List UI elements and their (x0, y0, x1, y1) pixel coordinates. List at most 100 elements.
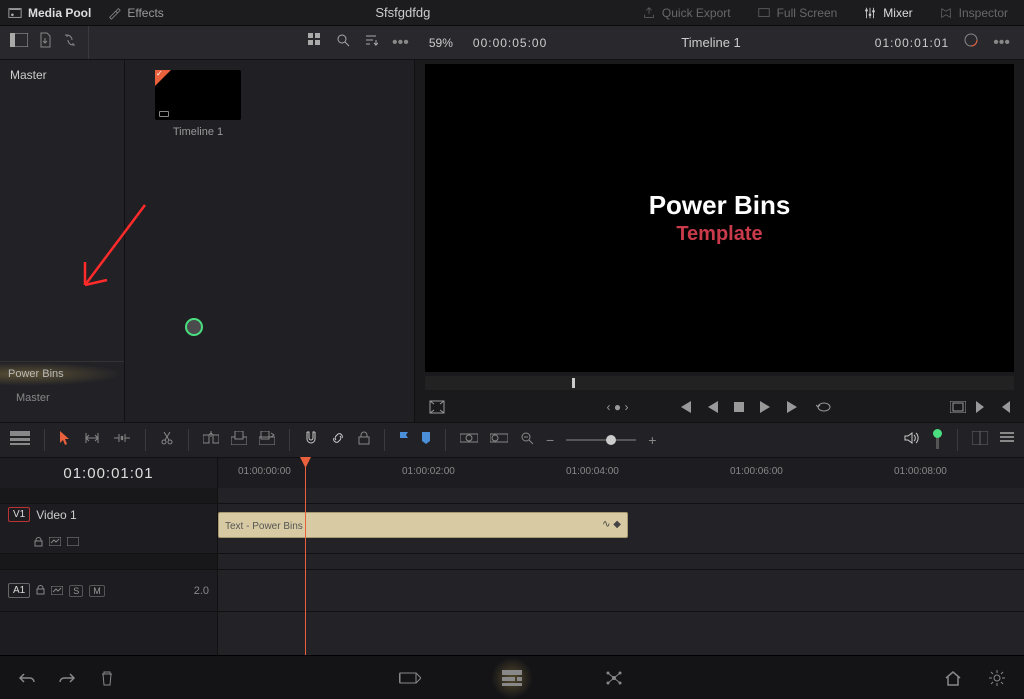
play-icon[interactable] (760, 401, 770, 413)
playhead[interactable] (305, 458, 306, 678)
thumbnail-view-icon[interactable] (308, 33, 322, 52)
home-icon[interactable] (942, 667, 964, 689)
delete-icon[interactable] (96, 667, 118, 689)
fullscreen-icon (757, 6, 771, 20)
lock-icon[interactable] (358, 431, 370, 450)
link-icon[interactable] (330, 430, 346, 451)
zoom-minus-icon[interactable]: − (546, 432, 554, 448)
track-disable-icon[interactable] (67, 537, 79, 550)
zoom-value[interactable]: 59% (423, 36, 459, 50)
marker-icon[interactable] (421, 431, 431, 450)
list-view-icon[interactable] (1000, 431, 1014, 449)
next-frame-icon[interactable] (786, 401, 800, 413)
viewer-text-1: Power Bins (649, 190, 791, 221)
insert-clip-icon[interactable] (203, 431, 219, 450)
more-icon[interactable]: ••• (392, 34, 409, 52)
solo-button[interactable]: S (69, 585, 83, 597)
blade-tool-icon[interactable] (160, 430, 174, 451)
overwrite-clip-icon[interactable] (231, 431, 247, 450)
track-curve-icon[interactable] (51, 582, 63, 600)
power-bins-master[interactable]: Master (0, 386, 124, 410)
clip-fx-icon[interactable]: ∿ ◆ (602, 519, 621, 530)
flag-icon[interactable] (399, 431, 409, 450)
go-prev-icon[interactable] (998, 401, 1010, 413)
zoom-custom-icon[interactable] (520, 431, 534, 450)
layout-toggle-icon[interactable] (10, 33, 28, 52)
media-pool-toggle[interactable]: Media Pool (0, 0, 99, 25)
bin-sidebar: Master Power Bins Master (0, 60, 125, 422)
loop-icon[interactable] (816, 400, 832, 414)
media-panel[interactable]: ✓ Timeline 1 (125, 60, 415, 422)
full-screen-button[interactable]: Full Screen (749, 6, 846, 20)
quick-export-button[interactable]: Quick Export (634, 6, 739, 20)
zoom-detail-icon[interactable] (490, 431, 508, 449)
import-icon[interactable] (38, 32, 52, 53)
timeline-clip[interactable]: Text - Power Bins ∿ ◆ (218, 512, 628, 538)
power-bins-header[interactable]: Power Bins (0, 362, 124, 386)
stop-icon[interactable] (734, 402, 744, 412)
edit-toolbar: − + (0, 422, 1024, 458)
video-track-1[interactable]: V1 Video 1 Text - Power Bins ∿ ◆ (0, 504, 1024, 554)
transform-icon[interactable] (429, 400, 445, 414)
zoom-plus-icon[interactable]: + (648, 432, 656, 448)
trim-tool-icon[interactable] (83, 431, 101, 450)
sort-icon[interactable] (364, 33, 378, 52)
clip-name: Text - Power Bins (225, 521, 303, 532)
dynamic-trim-icon[interactable] (113, 431, 131, 450)
first-frame-icon[interactable] (678, 401, 692, 413)
fusion-page-icon[interactable] (603, 667, 625, 689)
jog-back-icon[interactable]: ‹ ● › (607, 400, 629, 414)
track-name: Video 1 (36, 508, 209, 522)
viewer-frame[interactable]: Power Bins Template (425, 64, 1014, 372)
mute-icon[interactable] (904, 431, 920, 450)
master-bin[interactable]: Master (0, 60, 124, 90)
audio-track-1[interactable]: A1 S M 2.0 (0, 570, 1024, 612)
timeline-header: 01:00:01:01 01:00:00:00 01:00:02:00 01:0… (0, 458, 1024, 488)
full-screen-label: Full Screen (777, 6, 838, 20)
quick-export-label: Quick Export (662, 6, 731, 20)
edit-page-icon[interactable] (501, 667, 523, 689)
bypass-color-icon[interactable] (963, 32, 979, 53)
sync-icon[interactable] (62, 32, 78, 53)
zoom-full-icon[interactable] (460, 431, 478, 449)
viewer-scrubber[interactable] (425, 376, 1014, 390)
track-lock-icon[interactable] (34, 537, 43, 550)
volume-slider[interactable] (936, 431, 939, 449)
go-next-icon[interactable] (976, 401, 988, 413)
snap-icon[interactable] (304, 430, 318, 451)
effects-label: Effects (127, 6, 163, 20)
source-timecode[interactable]: 00:00:05:00 (473, 36, 547, 50)
dual-view-icon[interactable] (972, 431, 988, 450)
replace-clip-icon[interactable] (259, 431, 275, 450)
track-tag[interactable]: V1 (8, 507, 30, 522)
ruler-tick-label: 01:00:08:00 (894, 466, 947, 477)
timeline-timecode[interactable]: 01:00:01:01 (0, 458, 218, 488)
prev-frame-icon[interactable] (708, 401, 718, 413)
search-icon[interactable] (336, 33, 350, 52)
effects-toggle[interactable]: Effects (99, 0, 171, 25)
match-frame-icon[interactable] (950, 401, 966, 413)
mixer-button[interactable]: Mixer (855, 6, 920, 20)
track-lock-icon[interactable] (36, 582, 45, 600)
clip-label: Timeline 1 (155, 126, 241, 138)
inspector-button[interactable]: Inspector (931, 6, 1016, 20)
track-tag[interactable]: A1 (8, 583, 30, 598)
mixer-label: Mixer (883, 6, 912, 20)
track-auto-icon[interactable] (49, 537, 61, 550)
cut-page-icon[interactable] (399, 667, 421, 689)
viewer-panel: Power Bins Template ‹ ● › (415, 60, 1024, 422)
selection-tool-icon[interactable] (59, 430, 71, 451)
settings-icon[interactable] (986, 667, 1008, 689)
redo-icon[interactable] (56, 667, 78, 689)
timeline-name[interactable]: Timeline 1 (561, 35, 860, 50)
effects-icon (107, 6, 121, 20)
mixer-icon (863, 6, 877, 20)
zoom-slider[interactable] (566, 439, 636, 441)
undo-icon[interactable] (16, 667, 38, 689)
mute-button[interactable]: M (89, 585, 105, 597)
timeline-ruler[interactable]: 01:00:00:00 01:00:02:00 01:00:04:00 01:0… (218, 458, 1024, 488)
clip-thumbnail[interactable]: ✓ Timeline 1 (155, 70, 241, 138)
timeline-view-icon[interactable] (10, 431, 30, 450)
record-timecode[interactable]: 01:00:01:01 (875, 36, 949, 50)
viewer-more-icon[interactable]: ••• (993, 34, 1010, 52)
